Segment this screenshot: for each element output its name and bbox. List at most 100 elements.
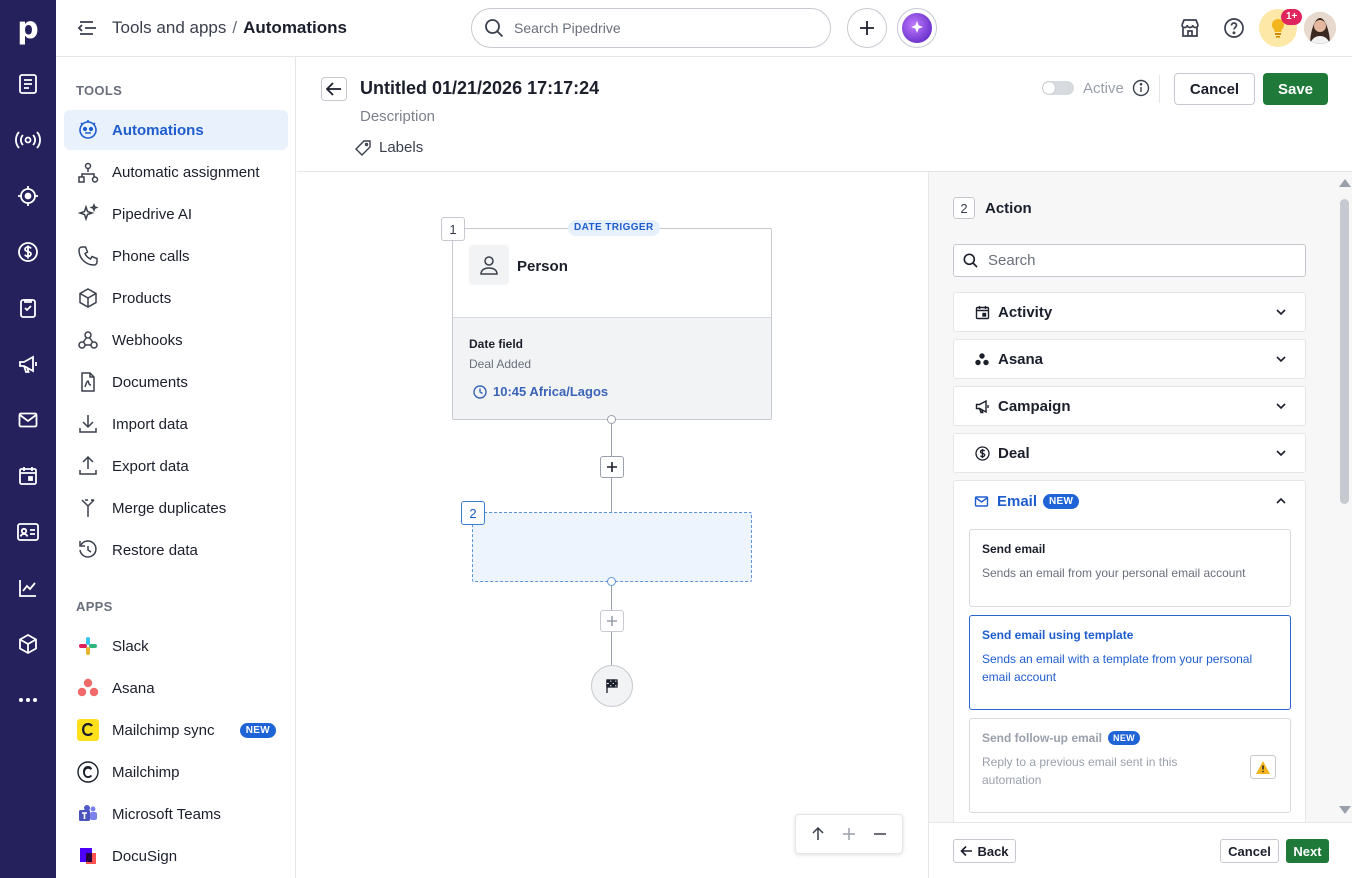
action-placeholder-card[interactable] [472, 512, 752, 582]
description-field[interactable]: Description [360, 108, 435, 125]
contacts-card-icon[interactable] [14, 518, 42, 546]
add-step-button-disabled[interactable] [600, 610, 624, 632]
trigger-entity: Person [517, 258, 568, 275]
sidebar-item-webhooks[interactable]: Webhooks [64, 320, 288, 360]
automation-title[interactable]: Untitled 01/21/2026 17:17:24 [360, 78, 599, 99]
sidebar-item-label: DocuSign [112, 847, 178, 865]
canvas-zoom-controls [795, 814, 903, 854]
option-title: Send email [982, 542, 1046, 556]
add-step-button[interactable] [600, 456, 624, 478]
action-search[interactable] [953, 244, 1306, 277]
option-send-email[interactable]: Send email Sends an email from your pers… [969, 529, 1291, 607]
sidebar-item-microsoft-teams[interactable]: Microsoft Teams [64, 794, 288, 834]
labels-button[interactable]: Labels [355, 139, 423, 156]
chevron-up-icon[interactable] [1275, 495, 1287, 507]
back-button[interactable] [321, 77, 347, 101]
arrow-up-icon[interactable] [811, 827, 825, 841]
category-label: Deal [998, 444, 1030, 462]
campaigns-broadcast-icon[interactable] [14, 126, 42, 154]
category-asana[interactable]: Asana [953, 339, 1306, 379]
sidebar-item-asana[interactable]: Asana [64, 668, 288, 708]
sidebar-item-label: Export data [112, 457, 189, 475]
active-toggle[interactable] [1042, 81, 1074, 95]
save-button[interactable]: Save [1263, 73, 1328, 105]
trigger-time-text: 10:45 Africa/Lagos [493, 384, 609, 399]
action-search-input[interactable] [988, 252, 1288, 269]
scroll-thumb[interactable] [1340, 199, 1349, 504]
zoom-out-icon[interactable] [873, 827, 887, 841]
option-title: Send follow-up email [982, 731, 1103, 745]
insights-chart-icon[interactable] [14, 574, 42, 602]
help-icon[interactable] [1222, 16, 1246, 40]
breadcrumb-parent[interactable]: Tools and apps [112, 18, 226, 37]
panel-cancel-button[interactable]: Cancel [1220, 839, 1279, 863]
sidebar-item-merge-duplicates[interactable]: Merge duplicates [64, 488, 288, 528]
sidebar-item-automations[interactable]: Automations [64, 110, 288, 150]
sidebar-item-documents[interactable]: Documents [64, 362, 288, 402]
slack-logo-icon [76, 634, 100, 658]
mailchimp-logo-icon [76, 718, 100, 742]
collapse-menu-icon[interactable] [76, 17, 100, 39]
marketplace-store-icon[interactable] [1178, 16, 1202, 40]
user-avatar[interactable] [1304, 12, 1336, 44]
cancel-button[interactable]: Cancel [1174, 73, 1255, 105]
workflow-canvas[interactable]: Person Date field Deal Added 10:45 Afric… [297, 172, 928, 878]
ai-assistant-button[interactable] [897, 8, 937, 48]
leads-icon[interactable] [14, 70, 42, 98]
sidebar-item-pipedrive-ai[interactable]: Pipedrive AI [64, 194, 288, 234]
asana-logo-icon [76, 676, 100, 700]
scroll-up-arrow-icon[interactable] [1339, 179, 1351, 187]
category-activity[interactable]: Activity [953, 292, 1306, 332]
dollar-circle-icon [974, 445, 990, 461]
date-field-title: Date field [469, 337, 524, 351]
category-deal[interactable]: Deal [953, 433, 1306, 473]
panel-header: 2 Action [953, 197, 1032, 219]
products-box-icon[interactable] [14, 630, 42, 658]
category-email-header[interactable]: Email NEW [974, 493, 1080, 510]
pipedrive-logo[interactable]: p [0, 0, 56, 56]
calendar-icon[interactable] [14, 462, 42, 490]
option-send-email-template[interactable]: Send email using template Sends an email… [969, 615, 1291, 710]
sidebar-item-mailchimp-sync[interactable]: Mailchimp sync NEW [64, 710, 288, 750]
restore-icon [76, 538, 100, 562]
panel-scrollbar[interactable] [1335, 172, 1352, 822]
tasks-clipboard-icon[interactable] [14, 294, 42, 322]
scroll-down-arrow-icon[interactable] [1339, 806, 1351, 814]
zoom-in-icon[interactable] [842, 827, 856, 841]
more-dots-icon[interactable] [14, 686, 42, 714]
panel-back-button[interactable]: Back [953, 839, 1016, 863]
option-send-followup-email[interactable]: Send follow-up email NEW Reply to a prev… [969, 718, 1291, 813]
webhook-icon [76, 328, 100, 352]
focus-target-icon[interactable] [14, 182, 42, 210]
sidebar-item-restore-data[interactable]: Restore data [64, 530, 288, 570]
global-search[interactable] [471, 8, 831, 48]
sidebar-item-products[interactable]: Products [64, 278, 288, 318]
deals-dollar-icon[interactable] [14, 238, 42, 266]
megaphone-icon[interactable] [14, 350, 42, 378]
info-icon[interactable] [1132, 79, 1150, 97]
option-desc: Sends an email with a template from your… [982, 652, 1253, 684]
category-campaign[interactable]: Campaign [953, 386, 1306, 426]
active-label: Active [1083, 80, 1124, 97]
sidebar-item-label: Merge duplicates [112, 499, 227, 517]
category-label: Asana [998, 350, 1044, 368]
sidebar-item-import-data[interactable]: Import data [64, 404, 288, 444]
sidebar-item-export-data[interactable]: Export data [64, 446, 288, 486]
step-number-2: 2 [461, 501, 485, 525]
sidebar-item-phone-calls[interactable]: Phone calls [64, 236, 288, 276]
ai-sparkle-icon [902, 13, 932, 43]
tag-icon [355, 139, 371, 156]
sidebar-item-mailchimp[interactable]: Mailchimp [64, 752, 288, 792]
automation-editor-header: Untitled 01/21/2026 17:17:24 Description… [297, 57, 1352, 172]
sidebar-item-slack[interactable]: Slack [64, 626, 288, 666]
sidebar-item-docusign[interactable]: DocuSign [64, 836, 288, 876]
mail-icon[interactable] [14, 406, 42, 434]
chevron-down-icon [1275, 353, 1287, 365]
global-search-input[interactable] [514, 20, 794, 36]
panel-next-button[interactable]: Next [1286, 839, 1329, 863]
assignment-tree-icon [76, 160, 100, 184]
trigger-card[interactable]: Person Date field Deal Added 10:45 Afric… [452, 228, 772, 420]
sidebar-item-automatic-assignment[interactable]: Automatic assignment [64, 152, 288, 192]
quick-add-button[interactable] [847, 8, 887, 48]
step-number-1: 1 [441, 217, 465, 241]
